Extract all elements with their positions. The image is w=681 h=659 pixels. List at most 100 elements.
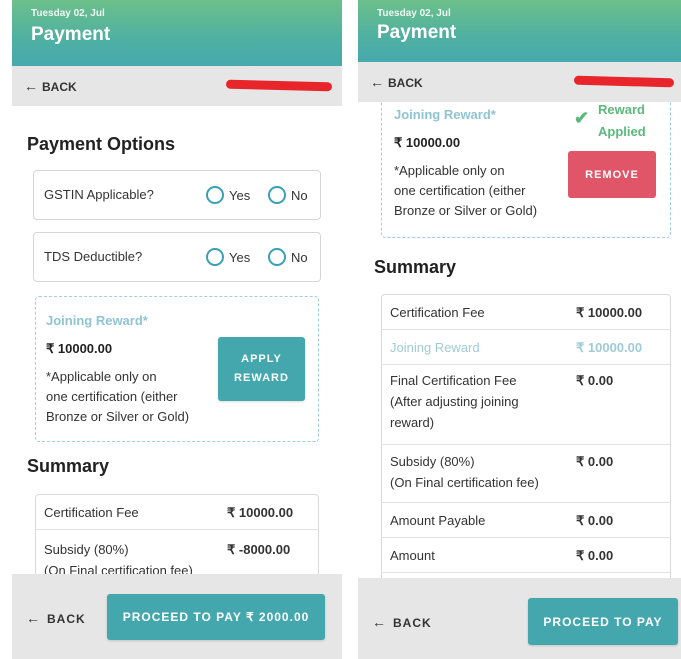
apply-reward-label: APPLY [241, 353, 282, 365]
radio-unchecked-icon [268, 186, 286, 204]
row-label: Certification Fee [44, 505, 139, 520]
reward-amount: ₹ 10000.00 [46, 341, 113, 356]
back-button[interactable]: ← BACK [370, 74, 423, 90]
row-value: ₹ 10000.00 [576, 340, 643, 355]
redaction-mark [225, 79, 333, 92]
header-date: Tuesday 02, Jul [377, 8, 451, 19]
joining-reward-card: Joining Reward* ₹ 10000.00 *Applicable o… [381, 102, 671, 238]
arrow-left-icon: ← [372, 614, 387, 630]
table-row: Amount ₹ 0.00 [382, 537, 670, 572]
reward-applied-line: Reward [598, 102, 645, 117]
nav-bar: ← BACK [12, 66, 342, 106]
payment-options-heading: Payment Options [27, 134, 176, 154]
app-header: Tuesday 02, Jul Payment [358, 0, 681, 62]
gstin-yes-radio[interactable]: Yes [206, 186, 250, 204]
radio-unchecked-icon [206, 248, 224, 266]
row-label: Certification Fee [390, 305, 485, 320]
reward-note-line: *Applicable only on [394, 163, 505, 178]
reward-note: *Applicable only on one certification (e… [394, 161, 537, 221]
arrow-left-icon: ← [24, 78, 38, 94]
row-label: Amount Payable [390, 513, 486, 528]
arrow-left-icon: ← [26, 610, 41, 626]
page-title: Payment [31, 24, 111, 45]
footer-back-button[interactable]: ← BACK [26, 610, 86, 626]
reward-note-line: Bronze or Silver or Gold) [394, 203, 538, 218]
gstin-option: GSTIN Applicable? Yes No [33, 170, 321, 220]
reward-applied-line: Applied [598, 124, 646, 139]
row-value: ₹ 0.00 [576, 548, 614, 563]
row-label-line: reward) [390, 415, 435, 430]
reward-note-line: one certification (either [394, 183, 526, 198]
reward-title: Joining Reward* [46, 313, 148, 328]
gstin-label: GSTIN Applicable? [44, 187, 154, 202]
payment-screen-left: Tuesday 02, Jul Payment ← BACK Payment Op… [12, 0, 342, 659]
reward-note-line: *Applicable only on [46, 369, 157, 384]
row-label: Subsidy (80%) (On Final certification fe… [44, 539, 193, 574]
reward-note-line: Bronze or Silver or Gold) [46, 409, 190, 424]
tds-yes-label: Yes [229, 249, 251, 265]
reward-note-line: one certification (either [46, 389, 178, 404]
footer-back-label: BACK [47, 612, 86, 626]
row-label: Joining Reward [390, 340, 480, 355]
joining-reward-card: Joining Reward* ₹ 10000.00 *Applicable o… [35, 296, 319, 442]
reward-applied-status: Reward Applied [598, 102, 646, 143]
radio-unchecked-icon [206, 186, 224, 204]
table-row: Amount Payable ₹ 0.00 [382, 502, 670, 537]
row-label-line: (On Final certification fee) [44, 563, 193, 574]
row-label: Final Certification Fee (After adjusting… [390, 370, 519, 433]
reward-amount: ₹ 10000.00 [394, 135, 461, 150]
summary-heading: Summary [374, 257, 457, 277]
tds-no-radio[interactable]: No [268, 248, 308, 266]
apply-reward-button[interactable]: APPLY REWARD [218, 337, 305, 401]
scroll-content[interactable]: Joining Reward* ₹ 10000.00 *Applicable o… [358, 102, 681, 578]
footer-bar: ← BACK PROCEED TO PAY ₹ 2000.00 [12, 574, 342, 659]
gstin-no-radio[interactable]: No [268, 186, 308, 204]
row-label-line: (On Final certification fee) [390, 475, 539, 490]
footer-back-button[interactable]: ← BACK [372, 614, 432, 630]
tds-option: TDS Deductible? Yes No [33, 232, 321, 282]
footer-bar: ← BACK PROCEED TO PAY [358, 578, 681, 659]
scroll-content[interactable]: Payment Options GSTIN Applicable? Yes No… [12, 106, 342, 574]
row-value: ₹ 10000.00 [576, 305, 643, 320]
row-label: Amount [390, 548, 435, 563]
header-date: Tuesday 02, Jul [31, 8, 105, 19]
row-label: Subsidy (80%) (On Final certification fe… [390, 451, 539, 493]
reward-note: *Applicable only on one certification (e… [46, 367, 189, 427]
row-label-line: Subsidy (80%) [44, 542, 129, 557]
row-value: ₹ 10000.00 [227, 505, 294, 520]
table-row: Subsidy (80%) (On Final certification fe… [36, 529, 318, 574]
row-value: ₹ 0.00 [576, 373, 614, 388]
table-row: Joining Reward ₹ 10000.00 [382, 329, 670, 364]
table-row: Subsidy (80%) (On Final certification fe… [382, 444, 670, 502]
summary-table: Certification Fee ₹ 10000.00 Joining Rew… [381, 294, 671, 578]
tds-yes-radio[interactable]: Yes [206, 248, 250, 266]
page-title: Payment [377, 22, 457, 43]
row-value: ₹ 0.00 [576, 454, 614, 469]
tds-no-label: No [291, 249, 308, 265]
tds-label: TDS Deductible? [44, 249, 143, 264]
proceed-to-pay-button[interactable]: PROCEED TO PAY ₹ 2000.00 [107, 594, 325, 640]
footer-back-label: BACK [393, 616, 432, 630]
summary-heading: Summary [27, 456, 110, 476]
back-button[interactable]: ← BACK [24, 78, 77, 94]
table-row: Certification Fee ₹ 10000.00 [382, 295, 670, 329]
table-row: Final Certification Fee (After adjusting… [382, 364, 670, 444]
row-label-line: (After adjusting joining [390, 394, 519, 409]
row-value: ₹ -8000.00 [227, 542, 291, 557]
apply-reward-label: REWARD [234, 372, 289, 384]
summary-table: Certification Fee ₹ 10000.00 Subsidy (80… [35, 494, 319, 574]
row-value: ₹ 0.00 [576, 513, 614, 528]
radio-unchecked-icon [268, 248, 286, 266]
nav-bar: ← BACK [358, 62, 681, 102]
gstin-yes-label: Yes [229, 187, 251, 203]
checkmark-icon: ✔ [574, 108, 590, 128]
proceed-to-pay-button[interactable]: PROCEED TO PAY [528, 598, 678, 645]
app-header: Tuesday 02, Jul Payment [12, 0, 342, 66]
payment-screen-right: Tuesday 02, Jul Payment ← BACK Joining Re… [358, 0, 681, 659]
arrow-left-icon: ← [370, 74, 384, 90]
table-row: Certification Fee ₹ 10000.00 [36, 495, 318, 529]
gstin-no-label: No [291, 187, 308, 203]
remove-reward-button[interactable]: REMOVE [568, 151, 656, 198]
back-label: BACK [388, 76, 423, 90]
row-label-line: Subsidy (80%) [390, 454, 475, 469]
